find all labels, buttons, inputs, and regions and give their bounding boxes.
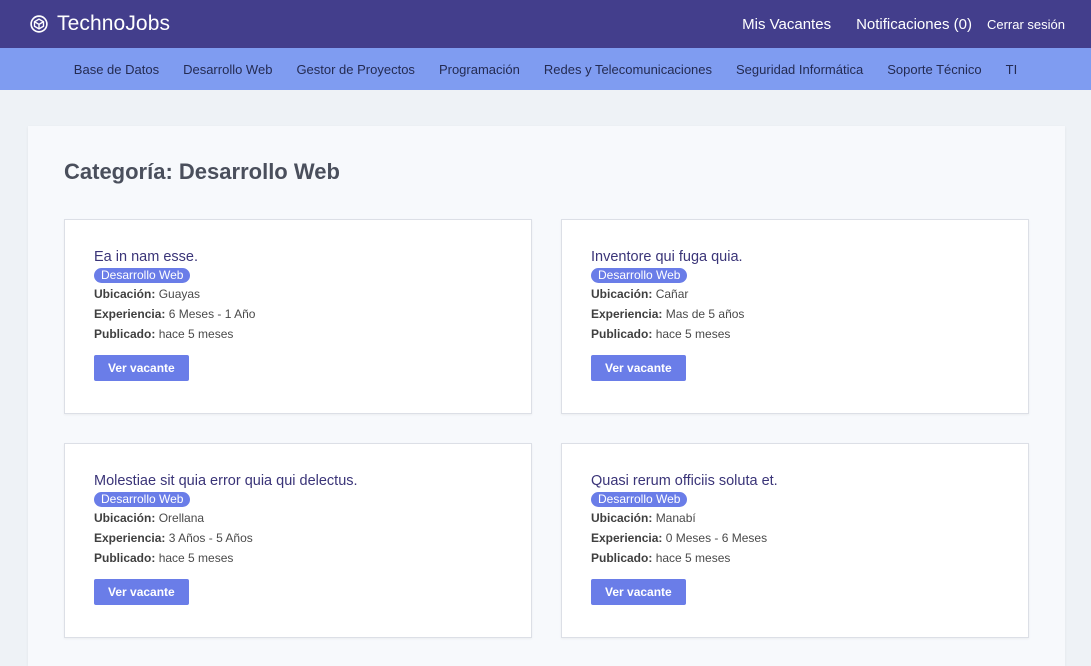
brand-link[interactable]: TechnoJobs [30, 12, 170, 36]
category-link-base-de-datos[interactable]: Base de Datos [74, 62, 159, 77]
category-badge: Desarrollo Web [591, 492, 688, 507]
category-link-soporte[interactable]: Soporte Técnico [887, 62, 981, 77]
job-card: Inventore qui fuga quia. Desarrollo Web … [561, 219, 1029, 414]
category-badge: Desarrollo Web [94, 268, 191, 283]
published-label: Publicado: [94, 327, 156, 341]
job-location: Ubicación: Manabí [591, 508, 999, 528]
published-value: hace 5 meses [158, 327, 234, 341]
job-experience: Experiencia: Mas de 5 años [591, 304, 999, 324]
job-experience: Experiencia: 0 Meses - 6 Meses [591, 528, 999, 548]
published-label: Publicado: [591, 327, 653, 341]
category-badge: Desarrollo Web [94, 492, 191, 507]
experience-value: 0 Meses - 6 Meses [665, 531, 768, 545]
experience-label: Experiencia: [591, 307, 663, 321]
ver-vacante-button[interactable]: Ver vacante [591, 579, 686, 605]
ver-vacante-button[interactable]: Ver vacante [94, 355, 189, 381]
published-value: hace 5 meses [655, 551, 731, 565]
job-card: Ea in nam esse. Desarrollo Web Ubicación… [64, 219, 532, 414]
experience-value: 3 Años - 5 Años [168, 531, 253, 545]
mis-vacantes-link[interactable]: Mis Vacantes [742, 16, 831, 33]
cube-icon [30, 15, 48, 33]
location-value: Guayas [158, 287, 201, 301]
location-label: Ubicación: [94, 287, 156, 301]
ver-vacante-button[interactable]: Ver vacante [94, 579, 189, 605]
experience-value: 6 Meses - 1 Año [168, 307, 256, 321]
user-nav: Mis Vacantes Notificaciones (0) Cerrar s… [742, 16, 1065, 33]
brand-name: TechnoJobs [57, 12, 171, 35]
category-link-redes[interactable]: Redes y Telecomunicaciones [544, 62, 712, 77]
ver-vacante-button[interactable]: Ver vacante [591, 355, 686, 381]
category-link-ti[interactable]: TI [1006, 62, 1018, 77]
job-published: Publicado: hace 5 meses [591, 324, 999, 344]
main-container: Categoría: Desarrollo Web Ea in nam esse… [28, 126, 1065, 666]
cerrar-sesion-link[interactable]: Cerrar sesión [987, 17, 1065, 32]
job-location: Ubicación: Cañar [591, 284, 999, 304]
experience-value: Mas de 5 años [665, 307, 745, 321]
job-experience: Experiencia: 6 Meses - 1 Año [94, 304, 502, 324]
experience-label: Experiencia: [94, 307, 166, 321]
location-label: Ubicación: [94, 511, 156, 525]
job-card: Molestiae sit quia error quia qui delect… [64, 443, 532, 638]
job-title: Ea in nam esse. [94, 249, 198, 265]
job-experience: Experiencia: 3 Años - 5 Años [94, 528, 502, 548]
job-location: Ubicación: Guayas [94, 284, 502, 304]
location-label: Ubicación: [591, 287, 653, 301]
notificaciones-link[interactable]: Notificaciones (0) [856, 16, 972, 33]
category-badge: Desarrollo Web [591, 268, 688, 283]
job-title: Molestiae sit quia error quia qui delect… [94, 473, 358, 489]
location-value: Manabí [655, 511, 696, 525]
job-title: Inventore qui fuga quia. [591, 249, 743, 265]
category-nav: Base de Datos Desarrollo Web Gestor de P… [0, 48, 1091, 90]
experience-label: Experiencia: [94, 531, 166, 545]
category-link-gestor-de-proyectos[interactable]: Gestor de Proyectos [296, 62, 415, 77]
job-title: Quasi rerum officiis soluta et. [591, 473, 778, 489]
location-value: Orellana [158, 511, 205, 525]
job-published: Publicado: hace 5 meses [94, 548, 502, 568]
job-published: Publicado: hace 5 meses [591, 548, 999, 568]
experience-label: Experiencia: [591, 531, 663, 545]
published-label: Publicado: [94, 551, 156, 565]
job-published: Publicado: hace 5 meses [94, 324, 502, 344]
location-label: Ubicación: [591, 511, 653, 525]
job-card: Quasi rerum officiis soluta et. Desarrol… [561, 443, 1029, 638]
page-title-prefix: Categoría: [64, 159, 179, 184]
category-link-desarrollo-web[interactable]: Desarrollo Web [183, 62, 272, 77]
published-value: hace 5 meses [655, 327, 731, 341]
page-title-category: Desarrollo Web [178, 159, 340, 184]
category-link-seguridad[interactable]: Seguridad Informática [736, 62, 863, 77]
category-link-programacion[interactable]: Programación [439, 62, 520, 77]
page-title: Categoría: Desarrollo Web [64, 159, 340, 185]
top-navbar: TechnoJobs Mis Vacantes Notificaciones (… [0, 0, 1091, 48]
location-value: Cañar [655, 287, 689, 301]
published-value: hace 5 meses [158, 551, 234, 565]
published-label: Publicado: [591, 551, 653, 565]
job-location: Ubicación: Orellana [94, 508, 502, 528]
